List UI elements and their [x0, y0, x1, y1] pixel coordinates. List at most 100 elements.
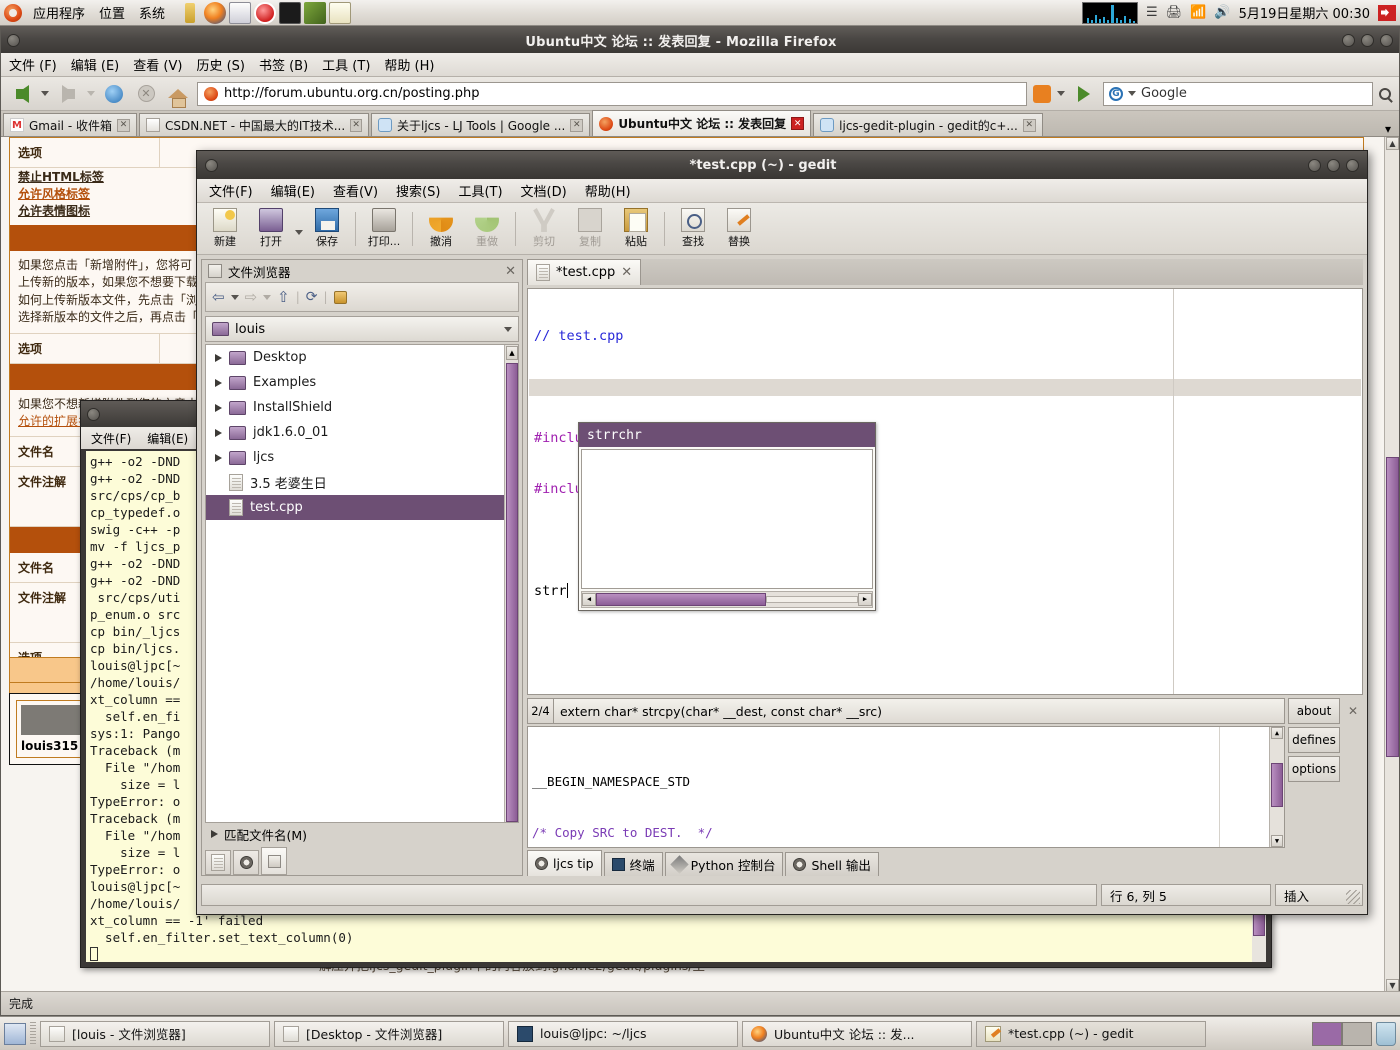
file-list-item-selected[interactable]: test.cpp	[206, 495, 518, 520]
code-editor[interactable]: // test.cpp #include <string.h> #include…	[527, 288, 1363, 695]
defines-button[interactable]: defines	[1288, 727, 1340, 753]
tab-ljcs-tip[interactable]: ljcs tip	[527, 850, 602, 876]
close-icon[interactable]: ✕	[570, 118, 584, 132]
search-engine-chevron-down-icon[interactable]	[1128, 91, 1136, 96]
location-combobox[interactable]: louis	[205, 316, 519, 342]
tab-snippets[interactable]	[233, 850, 259, 875]
up-icon[interactable]: ⇧	[277, 288, 290, 306]
tab-csdn[interactable]: CSDN.NET - 中国最大的IT技术... ✕	[138, 113, 369, 136]
expander-icon[interactable]	[215, 453, 222, 462]
forward-history-chevron-down-icon[interactable]	[87, 91, 95, 96]
taskbar-handle[interactable]	[30, 1021, 36, 1046]
file-list-item[interactable]: ljcs	[206, 445, 518, 470]
open-button[interactable]: 打开	[249, 208, 293, 249]
file-list-item[interactable]: Desktop	[206, 345, 518, 370]
close-icon[interactable]: ✕	[1022, 118, 1036, 132]
ff-menu-bookmarks[interactable]: 书签 (B)	[259, 55, 308, 74]
undo-button[interactable]: 撤消	[419, 208, 463, 249]
clock[interactable]: 5月19日星期六 00:30	[1239, 3, 1370, 22]
scroll-left-icon[interactable]: ◀	[582, 593, 596, 606]
tab-shell-output[interactable]: Shell 输出	[785, 852, 879, 876]
workspace-switcher[interactable]	[1312, 1021, 1372, 1046]
new-button[interactable]: 新建	[203, 208, 247, 249]
tab-test-cpp[interactable]: *test.cpp ✕	[527, 259, 642, 285]
back-history-chevron-down-icon[interactable]	[41, 91, 49, 96]
workspace-1[interactable]	[1312, 1021, 1342, 1046]
scrollbar-trough[interactable]	[766, 596, 858, 603]
save-button[interactable]: 保存	[305, 208, 349, 249]
maximize-button[interactable]	[1361, 33, 1374, 47]
option-allow-smilies[interactable]: 允许表情图标	[18, 202, 152, 219]
scroll-right-icon[interactable]: ▶	[858, 593, 872, 606]
back-button[interactable]	[9, 81, 35, 107]
close-icon[interactable]: ✕	[350, 118, 362, 132]
menu-system[interactable]: 系统	[133, 1, 171, 24]
replace-button[interactable]: 替换	[717, 208, 761, 249]
menu-places[interactable]: 位置	[93, 1, 131, 24]
show-desktop-icon[interactable]	[4, 1022, 26, 1045]
autocomplete-hscrollbar[interactable]: ◀ ▶	[581, 591, 873, 608]
workspace-2[interactable]	[1342, 1021, 1372, 1046]
copy-button[interactable]: 复制	[568, 208, 612, 249]
scrollbar-thumb[interactable]	[1386, 457, 1399, 757]
page-scrollbar[interactable]: ▲ ▼	[1384, 137, 1399, 992]
option-disable-html[interactable]: 禁止HTML标签	[18, 168, 152, 185]
task-gedit[interactable]: *test.cpp (~) - gedit	[976, 1020, 1206, 1047]
network-monitor-icon[interactable]: 📶	[1190, 5, 1206, 20]
redo-button[interactable]: 重做	[465, 208, 509, 249]
gedit-icon[interactable]	[329, 1, 352, 24]
tab-terminal[interactable]: 终端	[603, 852, 663, 876]
firefox-icon[interactable]	[204, 1, 227, 24]
expander-icon[interactable]	[215, 428, 222, 437]
minimize-button[interactable]	[1308, 158, 1321, 172]
dictionary-icon[interactable]	[304, 1, 327, 24]
tab-documents[interactable]	[205, 850, 231, 875]
search-input[interactable]: Google	[1141, 86, 1187, 101]
home-lock-icon[interactable]	[333, 290, 347, 304]
close-icon[interactable]: ✕	[791, 117, 805, 130]
task-desktop-file-browser[interactable]: [Desktop - 文件浏览器]	[274, 1020, 504, 1047]
expander-icon[interactable]	[215, 378, 222, 387]
back-chevron-down-icon[interactable]	[230, 294, 239, 300]
ff-menu-view[interactable]: 查看 (V)	[133, 55, 182, 74]
resize-grip[interactable]	[1346, 890, 1360, 904]
gedit-menu-view[interactable]: 查看(V)	[333, 181, 378, 200]
tab-ljcs-groups[interactable]: 关于ljcs - LJ Tools | Google ... ✕	[370, 113, 591, 136]
tab-list-chevron-down-icon[interactable]: ▾	[1377, 122, 1399, 136]
cut-button[interactable]: 剪切	[522, 208, 566, 249]
close-button[interactable]	[1346, 158, 1359, 172]
file-list-item[interactable]: jdk1.6.0_01	[206, 420, 518, 445]
scrollbar-thumb[interactable]	[506, 363, 518, 822]
file-browser-list[interactable]: Desktop Examples InstallShield jdk1.6.0_01 l…	[205, 344, 519, 823]
autocomplete-list[interactable]	[581, 449, 873, 589]
source-scrollbar[interactable]: ▲ ▼	[1269, 727, 1284, 847]
forward-icon[interactable]: ⇨	[245, 288, 258, 306]
task-louis-file-browser[interactable]: [louis - 文件浏览器]	[40, 1020, 270, 1047]
printer-icon[interactable]: 🖨	[1166, 5, 1183, 20]
expander-icon[interactable]	[215, 403, 222, 412]
url-bar[interactable]: http://forum.ubuntu.org.cn/posting.php	[197, 81, 1027, 106]
ff-menu-edit[interactable]: 编辑 (E)	[71, 55, 120, 74]
file-list-item[interactable]: Examples	[206, 370, 518, 395]
volume-icon[interactable]: 🔊	[1214, 5, 1230, 20]
ff-menu-file[interactable]: 文件 (F)	[9, 55, 57, 74]
rss-feed-icon[interactable]	[1033, 84, 1051, 103]
search-icon[interactable]	[1379, 87, 1391, 100]
go-button[interactable]	[1071, 81, 1097, 107]
ff-menu-history[interactable]: 历史 (S)	[196, 55, 245, 74]
close-icon[interactable]: ✕	[116, 118, 130, 132]
menu-applications[interactable]: 应用程序	[27, 1, 91, 24]
file-list-item[interactable]: InstallShield	[206, 395, 518, 420]
search-bar[interactable]: G Google	[1103, 81, 1373, 106]
print-button[interactable]: 打印...	[362, 208, 406, 249]
refresh-icon[interactable]: ⟳	[306, 289, 318, 305]
chevron-down-icon[interactable]	[504, 326, 512, 332]
ff-menu-tools[interactable]: 工具 (T)	[322, 55, 370, 74]
close-button[interactable]	[1380, 33, 1393, 47]
minimize-button[interactable]	[1342, 33, 1355, 47]
source-preview[interactable]: __BEGIN_NAMESPACE_STD /* Copy SRC to DES…	[527, 726, 1285, 848]
trash-icon[interactable]	[1376, 1021, 1396, 1046]
task-terminal[interactable]: louis@ljpc: ~/ljcs	[508, 1020, 738, 1047]
evolution-mail-icon[interactable]	[229, 1, 252, 24]
urlbar-chevron-down-icon[interactable]	[1057, 91, 1065, 96]
